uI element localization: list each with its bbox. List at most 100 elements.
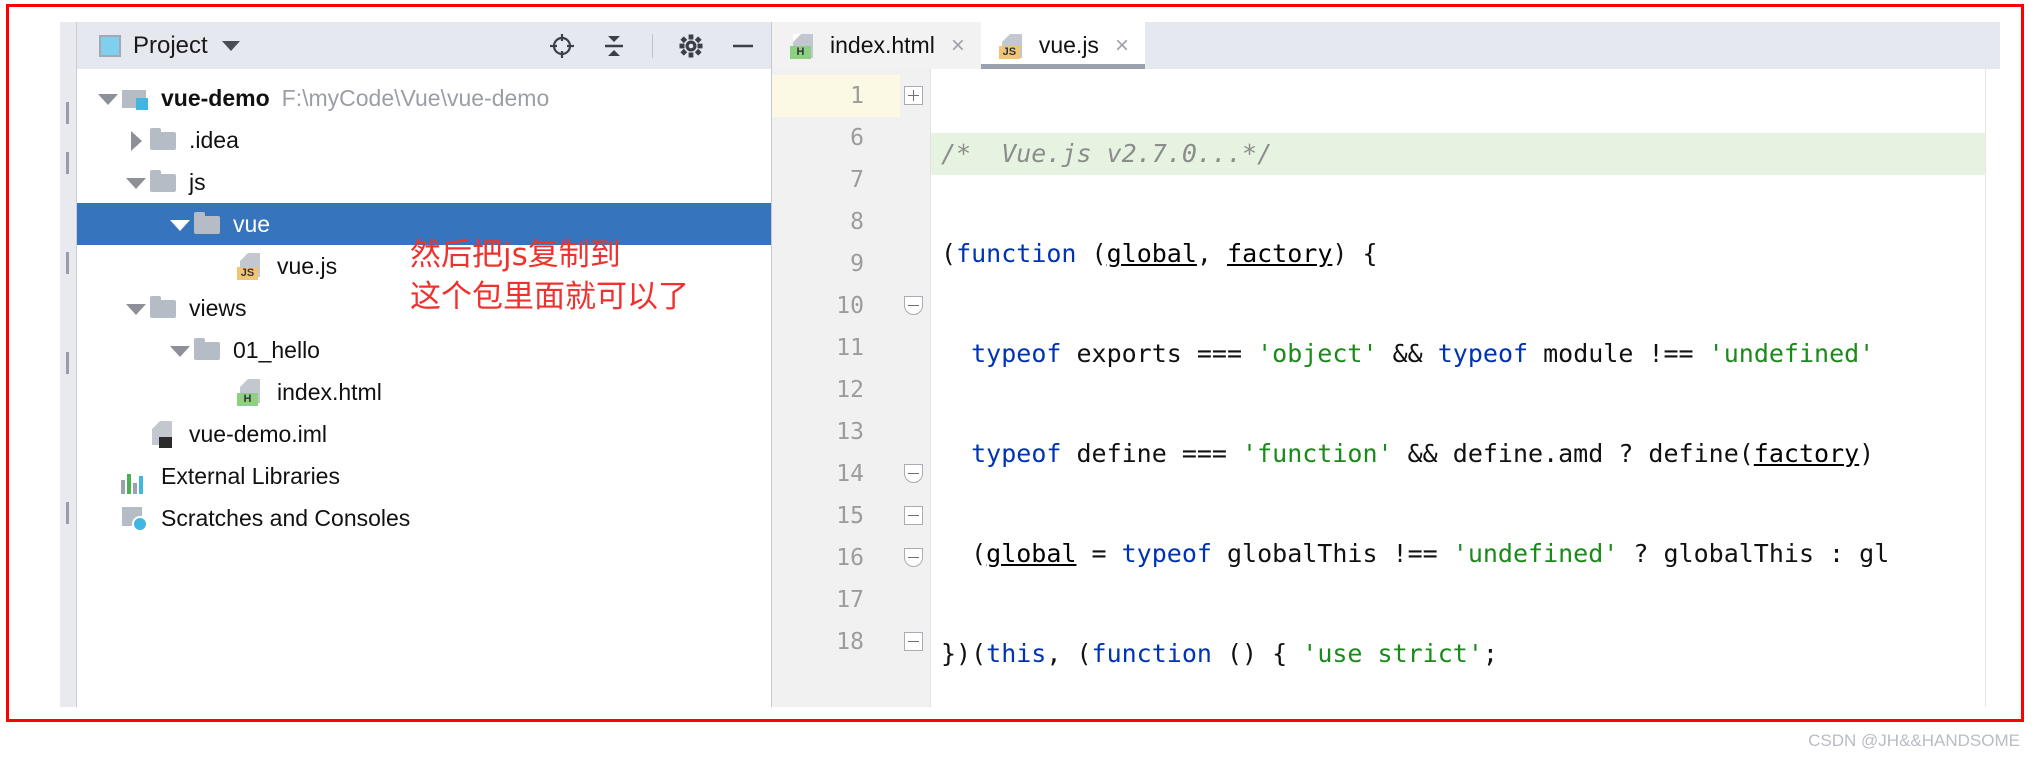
- line-number: 1: [772, 75, 900, 117]
- twisty-none: [123, 421, 149, 447]
- twisty-none: [211, 253, 237, 279]
- folder-icon: [149, 126, 179, 154]
- fold-expand-icon[interactable]: [904, 86, 923, 105]
- editor-tab-bar: H index.html × JS vue.js ×: [772, 22, 2000, 69]
- tree-item-label: vue: [233, 210, 271, 237]
- fold-collapse-icon[interactable]: [904, 548, 923, 567]
- line-number: 17: [836, 587, 864, 613]
- html-file-icon: H: [237, 378, 267, 406]
- tree-item-label: 01_hello: [233, 336, 320, 363]
- code-line-text: /* Vue.js v2.7.0...*/: [941, 139, 1273, 168]
- chevron-down-icon[interactable]: [221, 40, 240, 51]
- line-number: 10: [836, 293, 864, 319]
- code-line: (function (global, factory) {: [941, 239, 1378, 268]
- iml-file-icon: [149, 420, 179, 448]
- twisty-none: [95, 463, 121, 489]
- line-number: 11: [836, 335, 864, 361]
- line-number: 8: [850, 209, 864, 235]
- code-line: typeof exports === 'object' && typeof mo…: [971, 339, 1875, 368]
- tree-row[interactable]: views: [77, 287, 771, 329]
- scroll-from-source-icon[interactable]: [548, 32, 576, 60]
- tree-item-path: F:\myCode\Vue\vue-demo: [281, 84, 550, 111]
- project-panel-header: Project: [77, 22, 771, 69]
- tree-row[interactable]: H index.html: [77, 371, 771, 413]
- code-folding-gutter[interactable]: [900, 69, 931, 707]
- line-number-gutter: 1 6 7 8 9 10 11 12 13 14 15 16 17 18: [772, 69, 900, 707]
- tree-row[interactable]: External Libraries: [77, 455, 771, 497]
- tree-item-label: Scratches and Consoles: [161, 504, 411, 531]
- project-tree[interactable]: vue-demo F:\myCode\Vue\vue-demo .idea js: [77, 69, 771, 707]
- minimize-icon[interactable]: [729, 32, 757, 60]
- fold-end-icon[interactable]: [904, 506, 923, 525]
- ide-window: Project vue-demo F:\myCode\Vue\vue-demo …: [60, 22, 2000, 707]
- js-file-icon: JS: [237, 252, 267, 280]
- twisty-open-icon[interactable]: [123, 169, 149, 195]
- fold-collapse-icon[interactable]: [904, 296, 923, 315]
- code-line: (global = typeof globalThis !== 'undefin…: [941, 539, 1890, 568]
- line-number: 15: [836, 503, 864, 529]
- tree-row-selected[interactable]: vue: [77, 203, 771, 245]
- left-tool-strip[interactable]: [60, 22, 77, 707]
- collapse-all-icon[interactable]: [600, 32, 628, 60]
- code-line: })(this, (function () { 'use strict';: [941, 639, 1498, 668]
- line-number: 12: [836, 377, 864, 403]
- tab-index-html[interactable]: H index.html ×: [772, 22, 981, 69]
- toolbar-separator: [652, 33, 653, 58]
- twisty-open-icon[interactable]: [95, 85, 121, 111]
- tree-item-label: .idea: [189, 126, 239, 153]
- twisty-closed-icon[interactable]: [123, 127, 149, 153]
- line-number: 16: [836, 545, 864, 571]
- code-line: /* Vue.js v2.7.0...*/: [931, 133, 2000, 175]
- tree-row[interactable]: JS vue.js: [77, 245, 771, 287]
- tree-row[interactable]: js: [77, 161, 771, 203]
- tree-item-label: External Libraries: [161, 462, 340, 489]
- project-view-icon: [99, 34, 121, 57]
- project-tool-window: Project vue-demo F:\myCode\Vue\vue-demo …: [77, 22, 772, 707]
- tool-strip-tick: [66, 252, 69, 274]
- close-icon[interactable]: ×: [951, 32, 965, 60]
- tab-label: index.html: [830, 32, 935, 58]
- tree-item-label: js: [189, 168, 206, 195]
- line-number: 9: [850, 251, 864, 277]
- tool-strip-tick: [66, 502, 69, 524]
- tree-row[interactable]: Scratches and Consoles: [77, 497, 771, 539]
- project-title-group[interactable]: Project: [99, 32, 548, 60]
- module-icon: [121, 84, 151, 112]
- tree-item-label: views: [189, 294, 247, 321]
- tool-strip-tick: [66, 102, 69, 124]
- gear-icon[interactable]: [677, 32, 705, 60]
- fold-end-icon[interactable]: [904, 632, 923, 651]
- twisty-open-icon[interactable]: [123, 295, 149, 321]
- tab-vue-js[interactable]: JS vue.js ×: [980, 22, 1146, 69]
- project-panel-actions: [548, 32, 757, 60]
- editor-area: H index.html × JS vue.js × 1 6 7 8 9 10 …: [772, 22, 2000, 707]
- scratches-icon: [121, 504, 151, 532]
- code-line: typeof define === 'function' && define.a…: [971, 439, 1875, 468]
- libraries-icon: [121, 462, 151, 494]
- folder-icon: [193, 210, 223, 238]
- tree-row[interactable]: vue-demo.iml: [77, 413, 771, 455]
- close-icon[interactable]: ×: [1115, 32, 1129, 60]
- tool-strip-tick: [66, 352, 69, 374]
- twisty-open-icon[interactable]: [167, 337, 193, 363]
- twisty-none: [211, 379, 237, 405]
- code-text[interactable]: /* Vue.js v2.7.0...*/ (function (global,…: [931, 69, 2000, 707]
- panel-title: Project: [133, 31, 208, 59]
- tree-row[interactable]: 01_hello: [77, 329, 771, 371]
- twisty-none: [95, 505, 121, 531]
- folder-icon: [149, 168, 179, 196]
- tree-row[interactable]: vue-demo F:\myCode\Vue\vue-demo: [77, 77, 771, 119]
- editor-scrollbar[interactable]: [1985, 69, 2000, 707]
- tree-item-label: vue-demo: [161, 84, 270, 111]
- twisty-open-icon[interactable]: [167, 211, 193, 237]
- tree-item-label: vue-demo.iml: [189, 420, 328, 447]
- fold-collapse-icon[interactable]: [904, 464, 923, 483]
- folder-icon: [149, 294, 179, 322]
- folder-icon: [193, 336, 223, 364]
- line-number: 14: [836, 461, 864, 487]
- tab-label: vue.js: [1038, 32, 1099, 58]
- line-number: 7: [850, 167, 864, 193]
- line-number: 13: [836, 419, 864, 445]
- tree-row[interactable]: .idea: [77, 119, 771, 161]
- code-editor[interactable]: 1 6 7 8 9 10 11 12 13 14 15 16 17 18 /* …: [772, 69, 2000, 707]
